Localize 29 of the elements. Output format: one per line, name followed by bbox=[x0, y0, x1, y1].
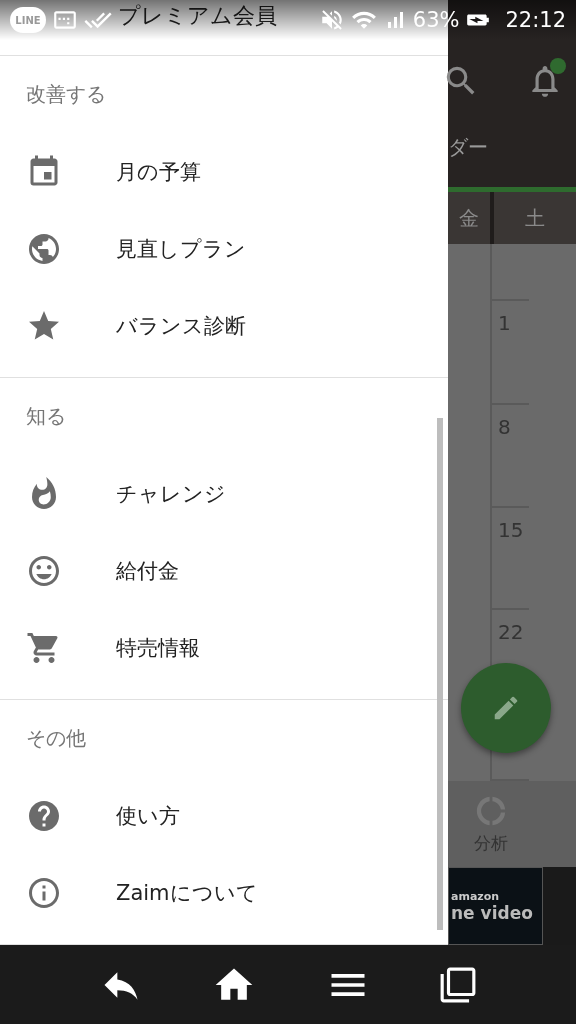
menu-item[interactable]: Zaimについて bbox=[0, 854, 448, 931]
menu-item[interactable]: 特売情報 bbox=[0, 609, 448, 686]
menu-item-label: バランス診断 bbox=[116, 312, 246, 340]
ad-banner[interactable]: amazon ne video bbox=[448, 867, 543, 945]
menu-item[interactable]: チャレンジ bbox=[0, 455, 448, 532]
menu-item-label: 給付金 bbox=[116, 557, 179, 585]
weekday-header: 土 bbox=[494, 192, 576, 245]
menu-item[interactable]: バランス診断 bbox=[0, 287, 448, 364]
menu-item-label: 月の予算 bbox=[116, 158, 201, 186]
menu-item[interactable]: 使い方 bbox=[0, 777, 448, 854]
notification-dot bbox=[550, 58, 566, 74]
recent-apps-icon[interactable] bbox=[439, 965, 478, 1004]
section-title: 改善する bbox=[26, 81, 106, 108]
section-title: その他 bbox=[26, 725, 86, 752]
menu-item-label: Zaimについて bbox=[116, 879, 258, 907]
weekday-header: 金 bbox=[448, 192, 490, 245]
menu-item[interactable]: 見直しプラン bbox=[0, 210, 448, 287]
menu-item[interactable]: 給付金 bbox=[0, 532, 448, 609]
menu-item-label: チャレンジ bbox=[116, 480, 226, 508]
ad-brand: amazon bbox=[451, 889, 501, 903]
menu-item-label: 使い方 bbox=[116, 802, 180, 830]
clock: 22:12 bbox=[505, 8, 566, 32]
menu-item[interactable]: 月の予算 bbox=[0, 133, 448, 210]
menu-item-label: 見直しプラン bbox=[116, 235, 246, 263]
menu-item-label: 特売情報 bbox=[116, 634, 200, 662]
ad-text: ne video bbox=[451, 902, 534, 923]
tab-label[interactable]: ダー bbox=[448, 134, 576, 161]
section-title: 知る bbox=[26, 403, 66, 430]
account-label[interactable]: プレミアム会員 bbox=[118, 1, 277, 29]
